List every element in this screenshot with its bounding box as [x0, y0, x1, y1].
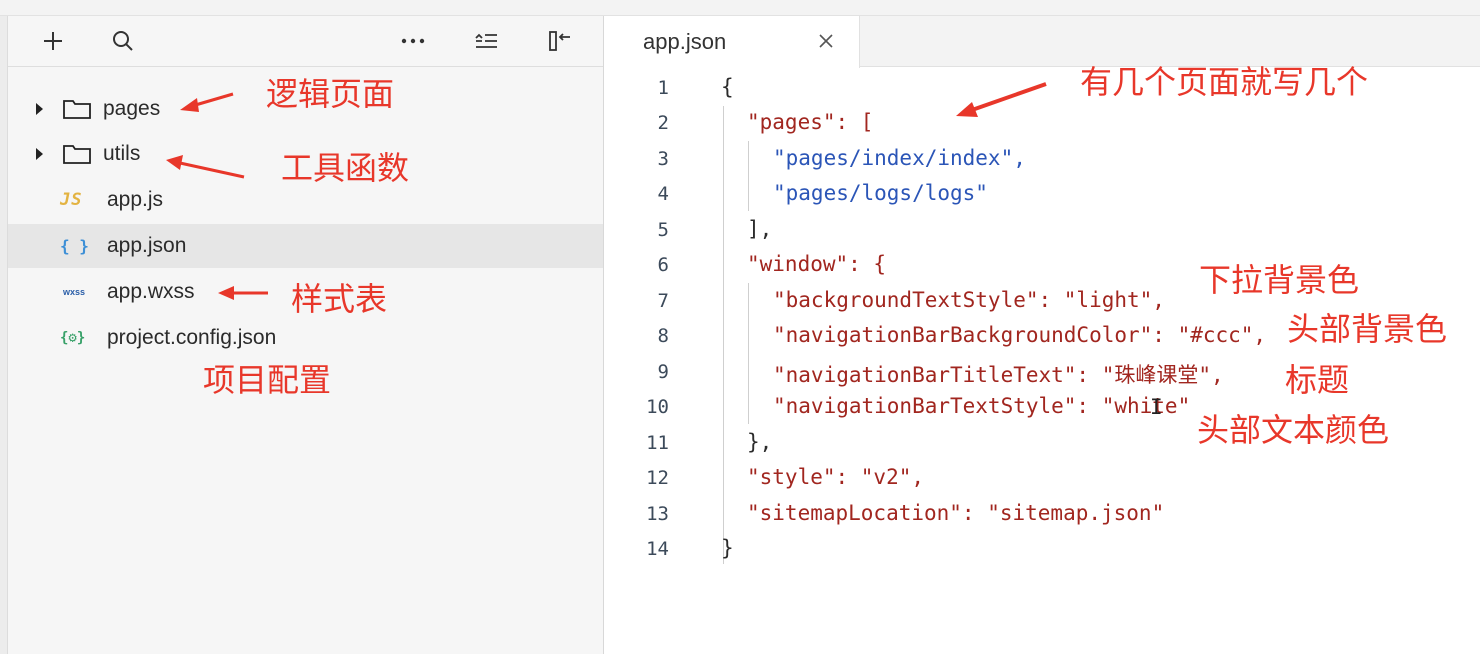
search-icon[interactable] — [108, 26, 138, 56]
line-number: 3 — [657, 148, 669, 170]
code-text: "pages": [ — [747, 110, 874, 134]
close-icon[interactable] — [813, 28, 839, 54]
code-text: "window": { — [747, 252, 887, 276]
annotation-bg-text: 下拉背景色 — [1199, 261, 1360, 299]
text-cursor-icon: I — [1150, 395, 1163, 419]
annotation-wxss: 样式表 — [291, 280, 388, 318]
code-line: 4 "pages/logs/logs" — [605, 176, 1480, 211]
code-text: } — [721, 536, 734, 560]
tree-item-label: app.json — [107, 234, 187, 257]
wxss-file-icon: wxss — [63, 287, 86, 297]
code-text: ], — [747, 217, 773, 241]
tree-item-label: pages — [103, 97, 161, 120]
code-text: { — [721, 75, 734, 99]
code-line: 5 ], — [605, 212, 1480, 247]
annotation-utils: 工具函数 — [281, 149, 410, 187]
code-text: "pages/logs/logs" — [773, 181, 988, 205]
activity-bar-edge — [0, 16, 8, 654]
line-number: 11 — [646, 432, 669, 454]
config-file-icon: {⚙} — [60, 330, 86, 346]
tree-item-label: app.js — [107, 188, 164, 211]
annotation-title: 标题 — [1285, 361, 1350, 399]
tree-item-label: utils — [103, 142, 141, 165]
code-text: "navigationBarTitleText": "珠峰课堂", — [773, 363, 1224, 387]
js-file-icon: JS — [60, 190, 83, 210]
code-line: 3 "pages/index/index", — [605, 141, 1480, 176]
window-top-strip — [0, 0, 1480, 16]
code-text: "style": "v2", — [747, 465, 925, 489]
tab-label: app.json — [643, 29, 727, 54]
folder-icon — [63, 100, 91, 119]
annotation-pages: 逻辑页面 — [266, 75, 395, 113]
line-number: 6 — [657, 254, 669, 276]
code-text: "sitemapLocation": "sitemap.json" — [747, 501, 1165, 525]
tree-item-label: app.wxss — [107, 280, 195, 303]
line-number: 9 — [657, 361, 669, 383]
line-number: 5 — [657, 219, 669, 241]
annotation-nav-bg: 头部背景色 — [1287, 310, 1448, 348]
collapse-all-icon[interactable] — [471, 26, 501, 56]
folder-icon — [63, 145, 91, 164]
line-number: 13 — [646, 503, 669, 525]
line-number: 1 — [657, 77, 669, 99]
add-icon[interactable] — [38, 26, 68, 56]
line-number: 2 — [657, 112, 669, 134]
code-text: "navigationBarBackgroundColor": "#ccc", — [773, 323, 1267, 347]
line-number: 12 — [646, 467, 669, 489]
line-number: 4 — [657, 183, 669, 205]
json-file-icon: { } — [60, 236, 89, 256]
annotation-pages-count: 有几个页面就写几个 — [1080, 63, 1369, 101]
line-number: 10 — [646, 396, 669, 418]
code-line: 14 } — [605, 531, 1480, 566]
caret-right-icon[interactable] — [36, 148, 43, 160]
code-line: 2 "pages": [ — [605, 105, 1480, 140]
line-number: 7 — [657, 290, 669, 312]
code-text: "navigationBarTextStyle": "white" — [773, 394, 1191, 418]
code-text: "pages/index/index", — [773, 146, 1026, 170]
code-text: }, — [747, 430, 773, 454]
annotation-config: 项目配置 — [203, 361, 332, 399]
more-icon[interactable] — [398, 26, 428, 56]
line-number: 14 — [646, 538, 669, 560]
code-text: "backgroundTextStyle": "light", — [773, 288, 1165, 312]
caret-right-icon[interactable] — [36, 103, 43, 115]
code-line: 13 "sitemapLocation": "sitemap.json" — [605, 496, 1480, 531]
split-view-icon[interactable] — [545, 26, 575, 56]
line-number: 8 — [657, 325, 669, 347]
explorer-toolbar — [8, 16, 603, 67]
tree-item-label: project.config.json — [107, 326, 277, 349]
tab-app-json[interactable]: app.json — [605, 16, 860, 68]
tree-item-app-json[interactable]: { } app.json — [8, 224, 603, 268]
tree-item-project-config[interactable]: {⚙} project.config.json — [8, 316, 603, 360]
annotation-nav-text: 头部文本颜色 — [1197, 411, 1390, 449]
editor-tab-bar: app.json — [605, 16, 1480, 68]
code-line: 12 "style": "v2", — [605, 460, 1480, 495]
